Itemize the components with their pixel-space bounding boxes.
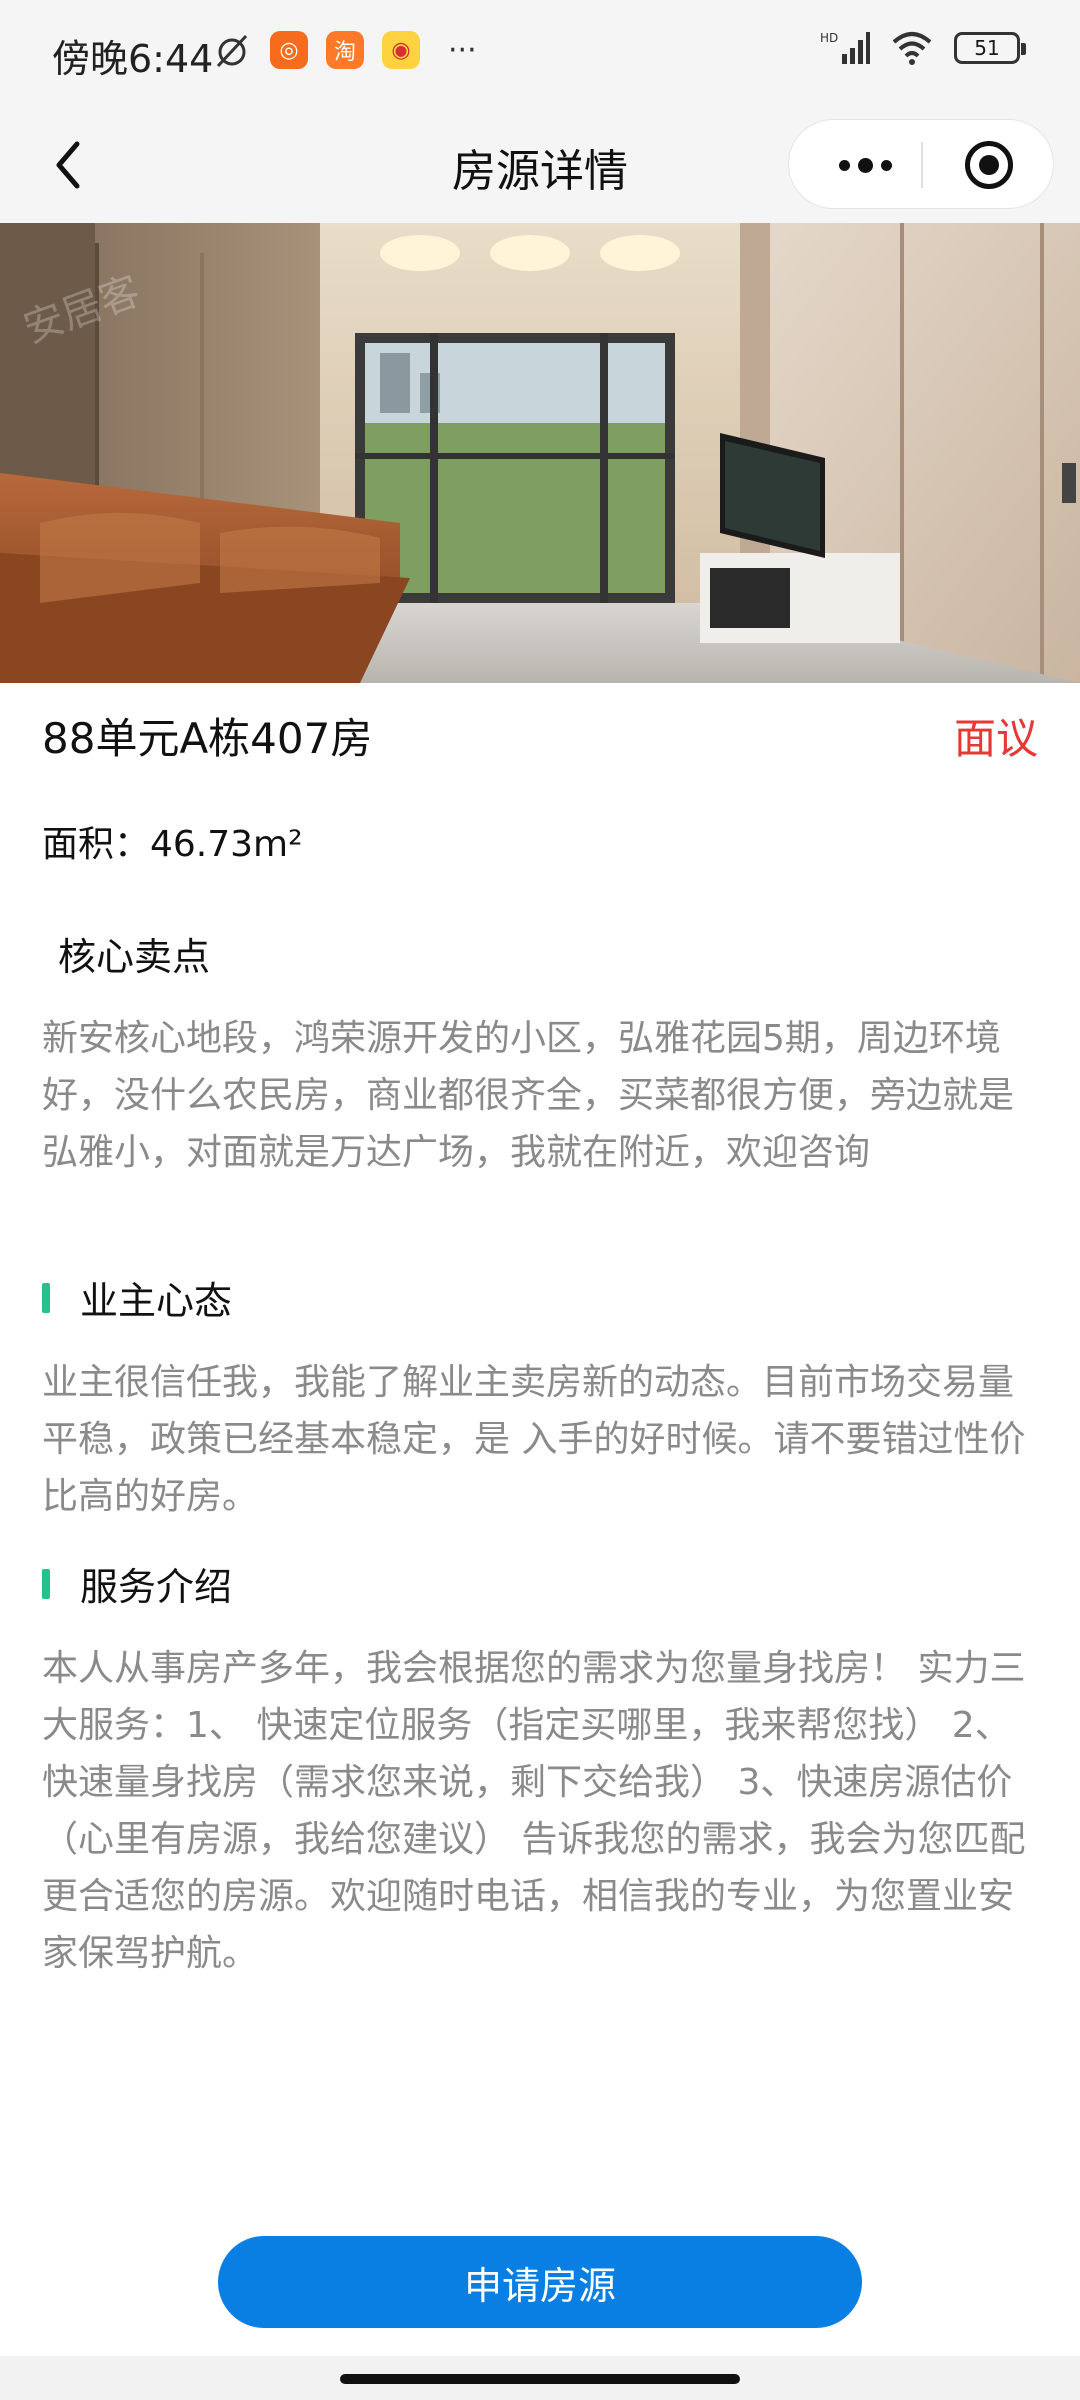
taobao-icon: 淘 — [326, 31, 364, 69]
living-room-photo: 安居客 — [0, 223, 1080, 683]
close-miniprogram-button[interactable] — [965, 141, 1013, 189]
section-marker — [42, 1282, 50, 1313]
listing-photo[interactable]: 安居客 — [0, 223, 1080, 683]
home-indicator[interactable] — [340, 2374, 740, 2384]
weibo-icon: ◉ — [382, 31, 420, 69]
apply-listing-button[interactable]: 申请房源 — [218, 2236, 862, 2328]
section-title-owner-attitude: 业主心态 — [80, 1279, 233, 1323]
mute-alarm-icon — [216, 34, 248, 68]
section-header-service: 服务介绍 — [42, 1556, 232, 1611]
status-time: 傍晚6:44 — [52, 37, 214, 81]
section-marker — [42, 1568, 50, 1599]
selling-points-text: 新安核心地段，鸿荣源开发的小区，弘雅花园5期，周边环境好，没什么农民房，商业都很… — [42, 1018, 1015, 1173]
more-dot-icon — [857, 157, 873, 173]
notification-icons: ◎ 淘 ◉ ··· — [212, 30, 477, 70]
signal-icon: HD — [820, 31, 870, 64]
battery-icon: 51 — [954, 32, 1026, 64]
owner-attitude-text: 业主很信任我，我能了解业主卖房新的动态。目前市场交易量平稳，政策已经基本稳定，是… — [42, 1362, 1026, 1517]
svg-text:HD: HD — [820, 31, 838, 45]
miniprogram-capsule — [788, 119, 1054, 209]
more-dot-icon — [880, 159, 892, 171]
listing-title: 88单元A栋407房 — [42, 714, 373, 763]
section-title-service: 服务介绍 — [80, 1565, 233, 1609]
section-title-selling-points: 核心卖点 — [58, 935, 211, 979]
section-header-owner-attitude: 业主心态 — [42, 1270, 232, 1325]
more-notifications-icon: ··· — [448, 32, 477, 68]
service-text: 本人从事房产多年，我会根据您的需求为您量身找房！ 实力三大服务：1、 快速定位服… — [42, 1648, 1026, 1974]
price-label: 面议 — [953, 714, 1038, 763]
nav-bar: 房源详情 — [0, 105, 1080, 223]
more-options-button[interactable] — [825, 142, 905, 188]
area-info: 面积：46.73m² — [42, 824, 303, 865]
more-dot-icon — [838, 159, 850, 171]
capsule-divider — [921, 142, 923, 188]
app-notification-icon: ◎ — [270, 31, 308, 69]
status-bar: 傍晚6:44 ◎ 淘 ◉ ··· HD 51 — [0, 0, 1080, 105]
system-status: HD 51 — [820, 30, 1026, 66]
listing-header: 88单元A栋407房 面议 — [42, 705, 1038, 765]
wifi-icon — [892, 32, 932, 65]
